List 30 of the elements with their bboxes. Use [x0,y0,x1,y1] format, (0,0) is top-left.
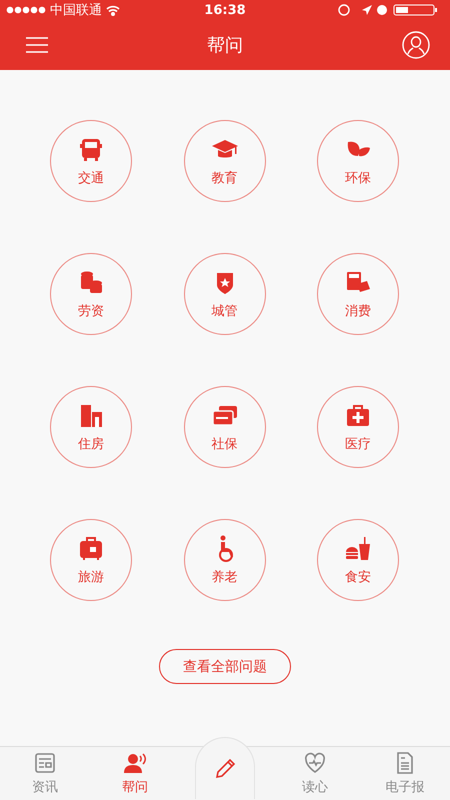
status-time: 16:38 [204,2,246,18]
category-button[interactable]: 城管 [184,253,266,335]
page-title: 帮问 [207,34,243,57]
newspaper-icon [33,751,57,775]
view-all-button[interactable]: 查看全部问题 [159,649,291,684]
category-button[interactable]: 劳资 [50,253,132,335]
category-button[interactable]: 环保 [317,120,399,202]
category-button[interactable]: 教育 [184,120,266,202]
category-button[interactable]: 旅游 [50,519,132,601]
tab[interactable]: 读心 [270,747,360,800]
category-button[interactable]: 食安 [317,519,399,601]
tab[interactable]: 资讯 [0,747,90,800]
category-button[interactable]: 养老 [184,519,266,601]
profile-icon[interactable] [402,31,430,59]
menu-icon[interactable] [26,37,48,53]
suitcase-icon [77,534,105,562]
wifi-icon [106,4,120,16]
category-button[interactable]: 社保 [184,386,266,468]
pencil-icon [213,756,237,780]
category-button[interactable]: 消费 [317,253,399,335]
burger-drink-icon [344,534,372,562]
carrier-name: 中国联通 [50,2,102,19]
category-button[interactable]: 交通 [50,120,132,202]
tab[interactable]: 电子报 [360,747,450,800]
category-button[interactable]: 住房 [50,386,132,468]
heart-pulse-icon [303,751,327,775]
speaking-person-icon [123,751,147,775]
category-button[interactable]: 医疗 [317,386,399,468]
signal-icon [6,6,46,14]
tab[interactable]: 帮问 [90,747,180,800]
